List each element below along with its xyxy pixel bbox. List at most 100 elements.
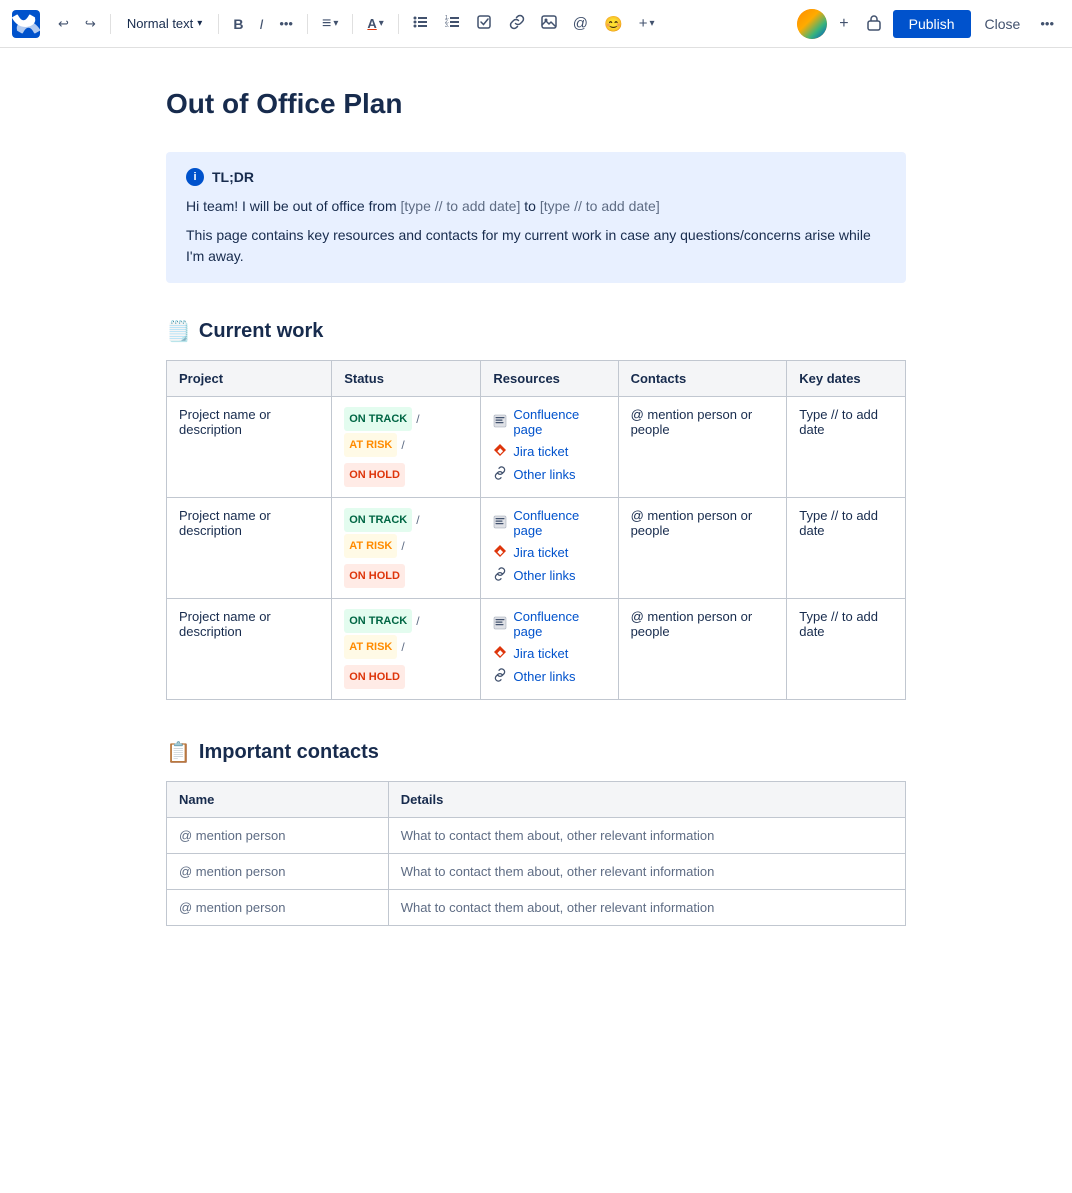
redo-button[interactable]: ↪ (79, 12, 102, 36)
resource-item[interactable]: Other links (493, 668, 605, 685)
confluence-logo[interactable] (12, 10, 40, 38)
badge-on-track[interactable]: ON TRACK (344, 508, 412, 532)
resources-cell: Confluence page ◆Jira ticket Other links (481, 498, 618, 599)
text-color-icon: A (367, 16, 376, 31)
badge-on-hold[interactable]: ON HOLD (344, 564, 405, 588)
resource-item[interactable]: Confluence page (493, 508, 605, 538)
tldr-header: i TL;DR (186, 168, 886, 186)
page-title[interactable]: Out of Office Plan (166, 88, 906, 120)
lock-icon (865, 13, 883, 34)
status-cell: ON TRACK / AT RISK / ON HOLD (332, 599, 481, 700)
link-button[interactable] (503, 10, 531, 37)
resource-text: Confluence page (513, 609, 605, 639)
publish-label: Publish (909, 16, 955, 32)
current-work-row: Project name or descriptionON TRACK / AT… (167, 498, 906, 599)
resource-icon: ◆ (493, 544, 507, 561)
mention-icon: @ (573, 15, 588, 32)
badge-at-risk[interactable]: AT RISK (344, 534, 397, 558)
bold-button[interactable]: B (227, 12, 249, 36)
more-options-icon: ••• (1040, 16, 1054, 31)
contacts-row: @ mention personWhat to contact them abo… (167, 854, 906, 890)
resource-item[interactable]: Other links (493, 466, 605, 483)
contacts-row: @ mention personWhat to contact them abo… (167, 890, 906, 926)
contact-name[interactable]: @ mention person (167, 818, 389, 854)
resource-item[interactable]: Confluence page (493, 609, 605, 639)
contacts-heading: 📋 Important contacts (166, 740, 906, 765)
task-list-button[interactable] (471, 10, 499, 37)
contact-details[interactable]: What to contact them about, other releva… (388, 818, 905, 854)
contact-name[interactable]: @ mention person (167, 890, 389, 926)
resource-text: Other links (513, 568, 575, 583)
insert-button[interactable]: + ▾ (633, 11, 661, 36)
badge-separator-2: / (401, 635, 404, 659)
current-work-title: Current work (199, 320, 323, 343)
dates-cell[interactable]: Type // to add date (787, 599, 906, 700)
badge-at-risk[interactable]: AT RISK (344, 433, 397, 457)
toolbar-divider-4 (352, 14, 353, 34)
resource-icon (493, 515, 507, 532)
project-cell[interactable]: Project name or description (167, 397, 332, 498)
toolbar-divider-3 (307, 14, 308, 34)
resource-item[interactable]: Other links (493, 567, 605, 584)
emoji-icon: 😊 (604, 15, 623, 33)
numbered-list-button[interactable]: 1.2.3. (439, 10, 467, 37)
svg-text:◆: ◆ (497, 549, 504, 556)
svg-text:◆: ◆ (497, 448, 504, 455)
dates-cell[interactable]: Type // to add date (787, 498, 906, 599)
resource-item[interactable]: ◆Jira ticket (493, 645, 605, 662)
insert-icon: + (639, 15, 648, 32)
resource-icon: ◆ (493, 443, 507, 460)
resource-icon: ◆ (493, 645, 507, 662)
resource-item[interactable]: ◆Jira ticket (493, 544, 605, 561)
restrict-button[interactable] (859, 9, 889, 38)
bullet-list-icon (413, 14, 429, 33)
badge-on-hold[interactable]: ON HOLD (344, 665, 405, 689)
contacts-cell[interactable]: @ mention person or people (618, 397, 787, 498)
contacts-cell[interactable]: @ mention person or people (618, 599, 787, 700)
text-style-dropdown[interactable]: Normal text ▾ (119, 12, 211, 35)
emoji-button[interactable]: 😊 (598, 11, 629, 37)
col-status: Status (332, 361, 481, 397)
mention-button[interactable]: @ (567, 11, 594, 36)
avatar-image (797, 9, 827, 39)
contacts-cell[interactable]: @ mention person or people (618, 498, 787, 599)
resource-item[interactable]: ◆Jira ticket (493, 443, 605, 460)
badge-separator-2: / (401, 433, 404, 457)
add-collaborator-button[interactable]: + (833, 11, 854, 37)
more-formatting-button[interactable]: ••• (273, 12, 299, 35)
more-options-button[interactable]: ••• (1034, 12, 1060, 35)
tldr-title: TL;DR (212, 169, 254, 185)
close-button[interactable]: Close (975, 10, 1031, 38)
align-button[interactable]: ≡ ▾ (316, 11, 344, 37)
tldr-middle: to (520, 198, 539, 214)
project-cell[interactable]: Project name or description (167, 599, 332, 700)
tldr-line2: This page contains key resources and con… (186, 225, 886, 267)
tldr-placeholder2[interactable]: [type // to add date] (540, 198, 660, 214)
dates-cell[interactable]: Type // to add date (787, 397, 906, 498)
badge-on-hold[interactable]: ON HOLD (344, 463, 405, 487)
bullet-list-button[interactable] (407, 10, 435, 37)
contact-details[interactable]: What to contact them about, other releva… (388, 890, 905, 926)
resource-icon (493, 567, 507, 584)
info-icon: i (186, 168, 204, 186)
contact-name[interactable]: @ mention person (167, 854, 389, 890)
contacts-row: @ mention personWhat to contact them abo… (167, 818, 906, 854)
badge-on-track[interactable]: ON TRACK (344, 407, 412, 431)
resource-item[interactable]: Confluence page (493, 407, 605, 437)
text-color-button[interactable]: A ▾ (361, 12, 389, 35)
contact-details[interactable]: What to contact them about, other releva… (388, 854, 905, 890)
image-button[interactable] (535, 10, 563, 37)
col-name: Name (167, 782, 389, 818)
more-formatting-icon: ••• (279, 16, 293, 31)
project-cell[interactable]: Project name or description (167, 498, 332, 599)
tldr-placeholder1[interactable]: [type // to add date] (401, 198, 521, 214)
publish-button[interactable]: Publish (893, 10, 971, 38)
badge-on-track[interactable]: ON TRACK (344, 609, 412, 633)
current-work-header-row: Project Status Resources Contacts Key da… (167, 361, 906, 397)
undo-button[interactable]: ↩ (52, 12, 75, 36)
bold-icon: B (233, 16, 243, 32)
current-work-heading: 🗒️ Current work (166, 319, 906, 344)
italic-button[interactable]: I (253, 12, 269, 36)
badge-at-risk[interactable]: AT RISK (344, 635, 397, 659)
toolbar: ↩ ↪ Normal text ▾ B I ••• ≡ ▾ A ▾ 1.2.3. (0, 0, 1072, 48)
